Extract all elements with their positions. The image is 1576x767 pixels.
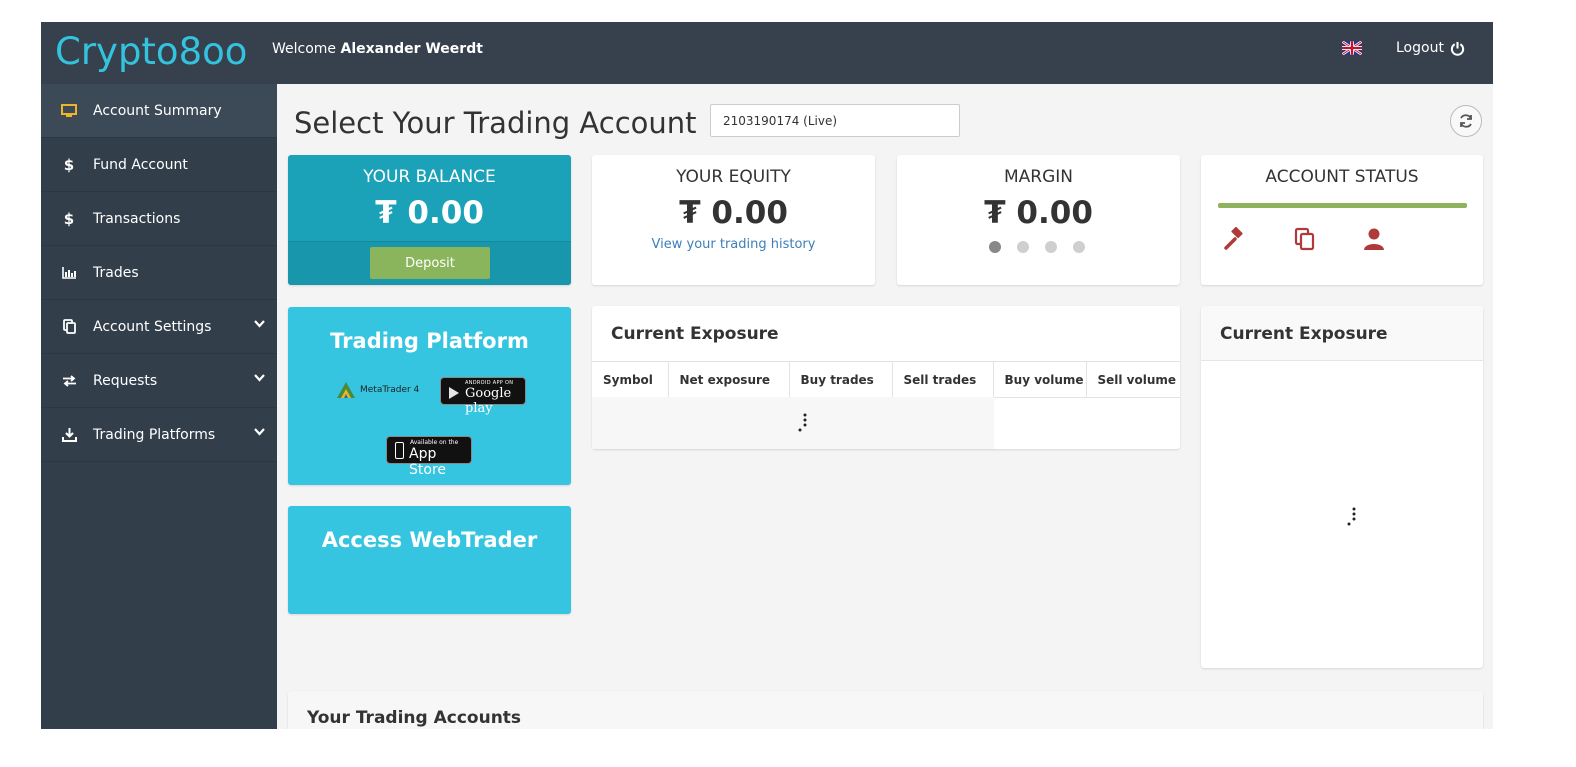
refresh-button[interactable] (1450, 105, 1482, 137)
column-header[interactable]: Sell volume (1086, 361, 1180, 398)
loading-row (592, 397, 994, 449)
sidebar-item-label: Trading Platforms (93, 426, 216, 443)
current-exposure-chart-title: Current Exposure (1220, 324, 1388, 344)
webtrader-title: Access WebTrader (321, 528, 538, 552)
monitor-icon (61, 103, 77, 118)
sidebar-item-requests[interactable]: Requests (41, 354, 277, 408)
status-icons (1223, 227, 1385, 251)
margin-value: ₮ 0.00 (984, 195, 1093, 231)
welcome-prefix: Welcome (272, 41, 341, 57)
column-header[interactable]: Net exposure (668, 361, 790, 398)
equity-card: YOUR EQUITY ₮ 0.00 View your trading his… (592, 155, 875, 285)
sidebar-item-label: Account Summary (93, 102, 222, 119)
account-status-card: ACCOUNT STATUS (1201, 155, 1483, 285)
equity-value: ₮ 0.00 (679, 195, 788, 231)
app-store-text: App Store (409, 446, 447, 478)
google-play-badge[interactable]: ANDROID APP ON Google play (440, 377, 526, 416)
carousel-dot[interactable] (1045, 241, 1057, 253)
bar-chart-icon (61, 266, 77, 279)
column-header[interactable]: Sell trades (892, 361, 994, 398)
app-store-small-text: Available on the (410, 439, 459, 446)
trading-platform-title: Trading Platform (330, 329, 529, 353)
page-title: Select Your Trading Account (294, 106, 697, 140)
documents-icon[interactable] (1294, 227, 1316, 251)
sidebar-item-label: Transactions (93, 210, 181, 227)
current-exposure-title: Current Exposure (611, 324, 779, 344)
column-header[interactable]: Buy volume (993, 361, 1087, 398)
margin-label: MARGIN (1003, 167, 1073, 187)
sidebar-item-label: Requests (93, 372, 158, 389)
table-header-row: Symbol Net exposure Buy trades Sell trad… (592, 361, 1180, 398)
download-icon (61, 427, 77, 442)
current-exposure-card: Current Exposure Symbol Net exposure Buy… (592, 306, 1180, 449)
sidebar: Account Summary $ Fund Account $ Transac… (41, 84, 277, 729)
margin-card: MARGIN ₮ 0.00 (897, 155, 1180, 285)
chevron-down-icon (254, 374, 265, 382)
trading-accounts-card: Your Trading Accounts (288, 691, 1483, 729)
metatrader-label: MetaTrader 4 (360, 385, 420, 395)
carousel-dot[interactable] (1017, 241, 1029, 253)
sidebar-item-account-summary[interactable]: Account Summary (41, 84, 277, 138)
user-name: Alexander Weerdt (340, 41, 483, 57)
user-icon[interactable] (1363, 227, 1385, 251)
balance-card-divider (288, 241, 571, 242)
dollar-icon: $ (63, 155, 75, 174)
current-exposure-chart-card: Current Exposure (1201, 306, 1483, 668)
app-window: Crypto8oo Welcome Alexander Weerdt Logou… (41, 22, 1493, 729)
webtrader-card[interactable]: Access WebTrader (288, 506, 571, 614)
sidebar-item-transactions[interactable]: $ Transactions (41, 192, 277, 246)
sidebar-item-label: Fund Account (93, 156, 188, 173)
chevron-down-icon (254, 428, 265, 436)
play-icon (449, 387, 459, 399)
logout-label: Logout (1396, 40, 1444, 56)
sidebar-item-trading-platforms[interactable]: Trading Platforms (41, 408, 277, 462)
balance-card: YOUR BALANCE ₮ 0.00 Deposit (288, 155, 571, 285)
main-content: Select Your Trading Account 2103190174 (… (277, 84, 1493, 729)
refresh-icon (1460, 114, 1472, 128)
account-status-label: ACCOUNT STATUS (1265, 167, 1419, 187)
status-progress-bar (1218, 203, 1467, 208)
welcome-message: Welcome Alexander Weerdt (272, 41, 483, 57)
sidebar-item-fund-account[interactable]: $ Fund Account (41, 138, 277, 192)
copy-icon (61, 319, 77, 334)
exchange-icon (61, 374, 77, 387)
balance-value: ₮ 0.00 (375, 195, 484, 231)
gavel-icon[interactable] (1223, 227, 1247, 251)
sidebar-item-label: Account Settings (93, 318, 212, 335)
uk-flag-icon[interactable] (1342, 41, 1362, 55)
sidebar-item-account-settings[interactable]: Account Settings (41, 300, 277, 354)
carousel-dot[interactable] (1073, 241, 1085, 253)
brand-logo[interactable]: Crypto8oo (55, 30, 247, 73)
column-header[interactable]: Symbol (592, 361, 669, 398)
loading-spinner-icon (1347, 507, 1356, 526)
carousel-indicators (989, 241, 1085, 253)
dollar-icon: $ (63, 209, 75, 228)
metatrader-download-link[interactable]: MetaTrader 4 (335, 380, 419, 400)
account-select[interactable]: 2103190174 (Live) (710, 104, 960, 137)
logout-button[interactable]: Logout (1396, 40, 1465, 56)
iphone-icon (395, 442, 404, 459)
sidebar-item-label: Trades (93, 264, 139, 281)
equity-label: YOUR EQUITY (676, 167, 791, 187)
deposit-button[interactable]: Deposit (370, 247, 490, 279)
trading-accounts-title: Your Trading Accounts (307, 708, 522, 728)
top-header: Crypto8oo Welcome Alexander Weerdt Logou… (41, 22, 1493, 84)
google-play-text: Google play (465, 386, 512, 416)
sidebar-item-trades[interactable]: Trades (41, 246, 277, 300)
column-header[interactable]: Buy trades (789, 361, 893, 398)
loading-spinner-icon (798, 413, 807, 432)
trading-history-link[interactable]: View your trading history (592, 237, 875, 252)
balance-label: YOUR BALANCE (363, 167, 496, 187)
app-store-badge[interactable]: Available on the App Store (386, 436, 472, 478)
chevron-down-icon (254, 320, 265, 328)
exposure-table: Symbol Net exposure Buy trades Sell trad… (592, 361, 1180, 398)
trading-platform-card: Trading Platform MetaTrader 4 ANDROID AP… (288, 307, 571, 485)
carousel-dot[interactable] (989, 241, 1001, 253)
power-icon (1450, 41, 1465, 56)
metatrader-logo-icon (337, 382, 355, 398)
